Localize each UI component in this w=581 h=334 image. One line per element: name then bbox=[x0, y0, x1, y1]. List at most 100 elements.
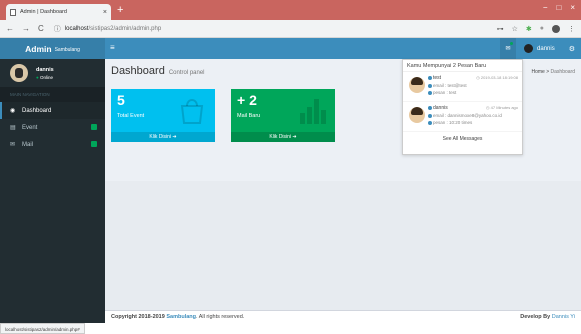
tab-title: Admin | Dashboard bbox=[20, 9, 67, 15]
new-tab-button[interactable]: + bbox=[117, 4, 123, 16]
envelope-icon: ✉ bbox=[505, 46, 511, 52]
browser-toolbar-icons: ⊶ ☆ ✱ ● ⋮ bbox=[497, 24, 575, 33]
nav-header: MAIN NAVIGATION bbox=[0, 87, 105, 102]
breadcrumb-separator: > bbox=[546, 69, 550, 75]
message-avatar bbox=[409, 77, 425, 93]
sidebar-item-event[interactable]: ▤ Event bbox=[0, 119, 105, 136]
sidebar-toggle-icon[interactable]: ≡ bbox=[110, 43, 115, 52]
page-subtitle: Control panel bbox=[168, 70, 205, 76]
see-all-messages-link[interactable]: See All Messages bbox=[403, 132, 522, 142]
page-heading: Dashboard bbox=[111, 65, 165, 77]
logo-bold: Admin bbox=[25, 43, 52, 54]
dashboard-icon: ◉ bbox=[10, 108, 16, 114]
back-arrow-icon[interactable]: ← bbox=[6, 24, 14, 33]
message-item[interactable]: dannis ◷ 47 Minutes ago email : dannismo… bbox=[403, 102, 522, 132]
mail-baru-label: Mail Baru bbox=[237, 113, 261, 119]
profile-avatar[interactable] bbox=[552, 24, 560, 33]
message-avatar bbox=[409, 107, 425, 123]
minimize-icon[interactable]: − bbox=[543, 3, 548, 12]
message-item[interactable]: test ◷ 2019-03-18 18:19:08 email : test@… bbox=[403, 72, 522, 102]
forward-arrow-icon[interactable]: → bbox=[22, 24, 30, 33]
mail-baru-more-link[interactable]: Klik Disini ➜ bbox=[231, 132, 335, 142]
dev-prefix: Develop By bbox=[520, 314, 551, 320]
status-label: Online bbox=[39, 74, 53, 80]
copyright-prefix: Copyright 2018-2019 bbox=[111, 314, 165, 320]
url-host: localhost bbox=[64, 25, 89, 32]
user-panel: dannis ● Online bbox=[0, 59, 105, 87]
online-status: ● Online bbox=[36, 75, 54, 80]
url-field[interactable]: ⓘ localhost /sistipas2/admin/admin.php bbox=[54, 23, 497, 35]
bookmark-star-icon[interactable]: ☆ bbox=[512, 25, 518, 33]
messages-button[interactable]: ✉ bbox=[500, 38, 517, 59]
header-username[interactable]: dannis bbox=[537, 46, 555, 52]
event-badge bbox=[91, 124, 97, 130]
dropdown-header: Kamu Mempunyai 2 Pesan Baru bbox=[403, 60, 522, 72]
notification-dot bbox=[510, 42, 514, 45]
message-sender: test bbox=[428, 75, 441, 81]
copyright: Copyright 2018-2019 Sambulang. All right… bbox=[111, 314, 520, 320]
developer-credit: Develop By Dannis Yi bbox=[520, 314, 575, 320]
dev-link[interactable]: Dannis Yi bbox=[552, 314, 575, 320]
sidebar-item-label: Mail bbox=[22, 141, 34, 148]
logo-small: Sambulang bbox=[54, 46, 80, 53]
key-icon[interactable]: ⊶ bbox=[497, 25, 504, 33]
main-header: Admin Sambulang ≡ ✉ dannis ⚙ bbox=[0, 38, 581, 59]
message-body: pesan : test bbox=[428, 90, 456, 95]
browser-titlebar: Admin | Dashboard × + − □ × bbox=[0, 0, 581, 20]
calendar-icon: ▤ bbox=[10, 125, 16, 131]
breadcrumb-home[interactable]: Home bbox=[531, 69, 544, 75]
address-bar: ← → C ⓘ localhost /sistipas2/admin/admin… bbox=[0, 20, 581, 38]
sidebar: dannis ● Online MAIN NAVIGATION ◉ Dashbo… bbox=[0, 59, 105, 323]
total-event-value: 5 bbox=[117, 92, 125, 108]
page-icon bbox=[10, 8, 16, 16]
reload-icon[interactable]: C bbox=[38, 24, 44, 33]
sidebar-username: dannis bbox=[36, 66, 54, 73]
sidebar-item-label: Dashboard bbox=[22, 107, 52, 114]
shopping-bag-icon bbox=[180, 99, 204, 124]
info-icon[interactable]: ⓘ bbox=[54, 24, 61, 34]
sidebar-item-dashboard[interactable]: ◉ Dashboard bbox=[0, 102, 105, 119]
extension-icon[interactable]: ✱ bbox=[526, 25, 532, 33]
mail-badge bbox=[91, 141, 97, 147]
url-path: /sistipas2/admin/admin.php bbox=[88, 25, 162, 32]
message-email: email : dannismoxe8@yahoo.co.id bbox=[428, 113, 502, 118]
status-url: localhost/sistipas2/admin/admin.php# bbox=[0, 323, 85, 334]
browser-menu-icon[interactable]: ⋮ bbox=[568, 25, 575, 33]
user-info: dannis ● Online bbox=[36, 67, 54, 80]
sidebar-avatar bbox=[10, 64, 28, 82]
breadcrumb: Home > Dashboard bbox=[531, 69, 575, 75]
mail-baru-value: + 2 bbox=[237, 92, 257, 108]
header-avatar[interactable] bbox=[524, 44, 534, 53]
message-sender: dannis bbox=[428, 105, 448, 111]
messages-dropdown: Kamu Mempunyai 2 Pesan Baru test ◷ 2019-… bbox=[402, 59, 523, 155]
clock-icon: ◷ 2019-03-18 18:19:08 bbox=[476, 75, 518, 80]
breadcrumb-current: Dashboard bbox=[550, 69, 575, 75]
tab-close-icon[interactable]: × bbox=[103, 9, 107, 16]
message-email: email : test@test bbox=[428, 83, 467, 88]
sidebar-item-mail[interactable]: ✉ Mail bbox=[0, 136, 105, 153]
logo[interactable]: Admin Sambulang bbox=[0, 38, 105, 59]
page-title: Dashboard Control panel bbox=[111, 65, 205, 77]
online-dot-icon: ● bbox=[36, 74, 39, 80]
window-close-icon[interactable]: × bbox=[570, 3, 575, 12]
brand-link[interactable]: Sambulang bbox=[166, 314, 196, 320]
total-event-box: 5 Total Event Klik Disini ➜ bbox=[111, 89, 215, 142]
rights-text: . All rights reserved. bbox=[196, 314, 245, 320]
mail-baru-box: + 2 Mail Baru Klik Disini ➜ bbox=[231, 89, 335, 142]
gear-icon[interactable]: ⚙ bbox=[569, 45, 575, 53]
total-event-label: Total Event bbox=[117, 113, 145, 119]
sidebar-menu: ◉ Dashboard ▤ Event ✉ Mail bbox=[0, 102, 105, 153]
extension-2-icon[interactable]: ● bbox=[540, 25, 544, 32]
browser-tab[interactable]: Admin | Dashboard × bbox=[6, 4, 111, 20]
browser-statusbar: localhost/sistipas2/admin/admin.php# bbox=[0, 323, 581, 334]
content-lower-area bbox=[105, 181, 581, 310]
main-footer: Copyright 2018-2019 Sambulang. All right… bbox=[105, 310, 581, 323]
sidebar-item-label: Event bbox=[22, 124, 38, 131]
mail-icon: ✉ bbox=[10, 142, 16, 148]
total-event-more-link[interactable]: Klik Disini ➜ bbox=[111, 132, 215, 142]
clock-icon: ◷ 47 Minutes ago bbox=[486, 105, 518, 110]
window-controls: − □ × bbox=[543, 3, 575, 12]
maximize-icon[interactable]: □ bbox=[556, 3, 561, 12]
bar-chart-icon bbox=[300, 99, 326, 124]
header-right: ✉ dannis ⚙ bbox=[500, 38, 581, 59]
